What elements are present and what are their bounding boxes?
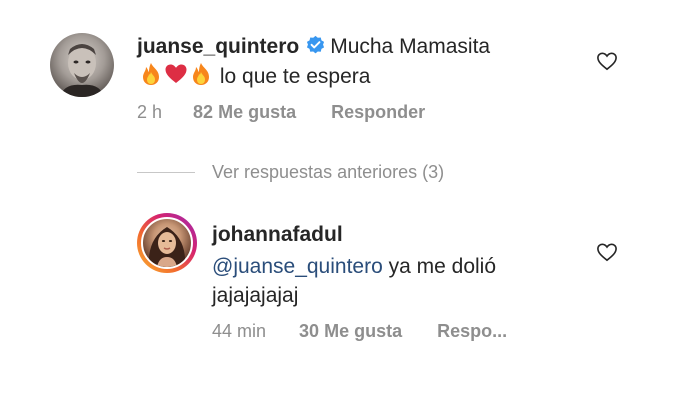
comment-2-line-2: @juanse_quintero ya me dolió — [212, 254, 496, 280]
comment-2-meta: 44 min 30 Me gusta Respo... — [212, 320, 507, 342]
comment-1-time: 2 h — [137, 102, 163, 122]
avatar-juanse-quintero[interactable] — [50, 33, 114, 97]
comment-2-reply-button[interactable]: Respo... — [437, 321, 507, 341]
comment-thread: juanse_quintero Mucha Mamasita lo que te … — [0, 0, 680, 401]
avatar-johannafadul[interactable] — [141, 217, 193, 269]
comment-1-username[interactable]: juanse_quintero — [137, 35, 299, 58]
replies-divider — [137, 172, 195, 173]
red-heart-emoji-icon — [164, 62, 188, 93]
comment-2-username[interactable]: johannafadul — [212, 223, 343, 246]
comment-2-line-1: johannafadul — [212, 222, 343, 248]
comment-2-line-3: jajajajajaj — [212, 283, 298, 309]
comment-1-reply-button[interactable]: Responder — [331, 102, 425, 122]
fire-emoji-icon — [190, 62, 212, 93]
profile-photo-icon — [60, 44, 104, 97]
heart-outline-icon[interactable] — [596, 242, 618, 267]
comment-1-text: Mucha Mamasita — [330, 35, 491, 58]
comment-1-line-2: lo que te espera — [140, 62, 370, 93]
comment-1-likes[interactable]: 82 Me gusta — [193, 102, 296, 122]
comment-1-meta: 2 h 82 Me gusta Responder — [137, 101, 425, 123]
comment-2-text: ya me dolió — [382, 255, 497, 278]
profile-photo-icon — [148, 227, 186, 267]
comment-2-mention-link[interactable]: @juanse_quintero — [212, 255, 383, 278]
heart-outline-icon[interactable] — [596, 51, 618, 76]
view-previous-replies-button[interactable]: Ver respuestas anteriores (3) — [212, 161, 444, 183]
comment-1-line-1: juanse_quintero Mucha Mamasita — [137, 34, 490, 63]
fire-emoji-icon — [140, 62, 162, 93]
comment-2-likes[interactable]: 30 Me gusta — [299, 321, 402, 341]
verified-badge-icon — [305, 35, 326, 63]
comment-2-time: 44 min — [212, 321, 267, 341]
comment-1-text-line-2: lo que te espera — [219, 65, 371, 88]
comment-2-text-line-2: jajajajajaj — [212, 284, 299, 307]
